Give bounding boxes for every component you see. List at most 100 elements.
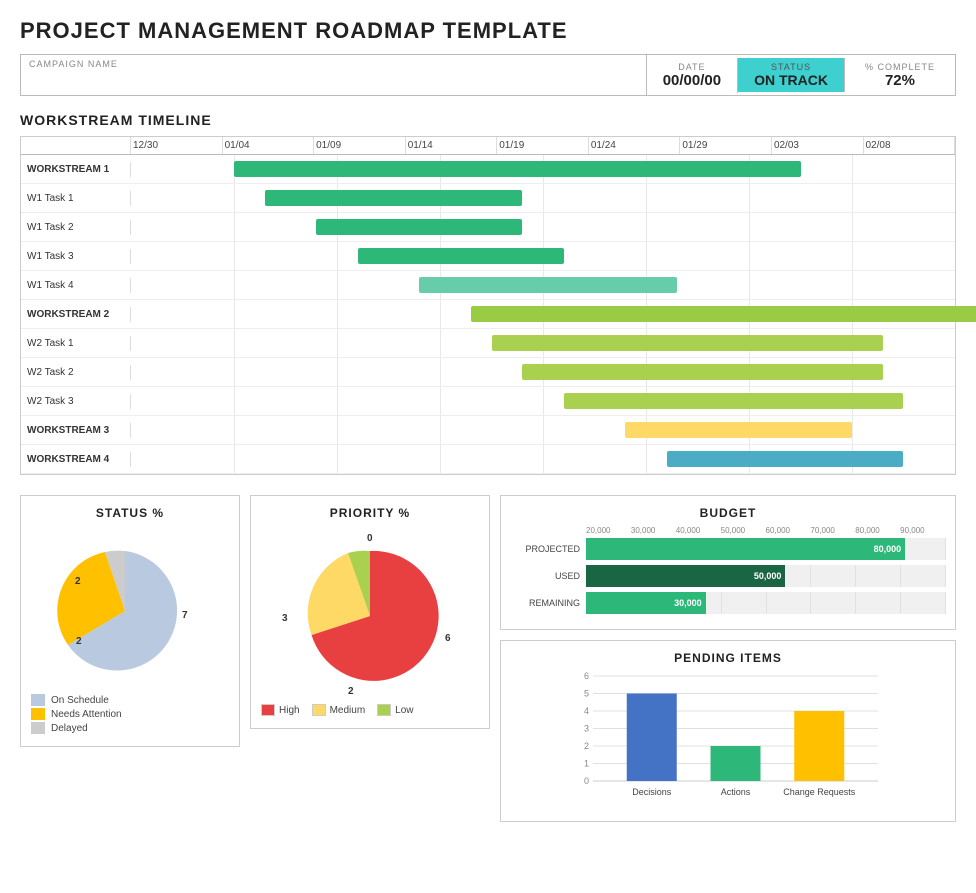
status-chart-area: 7 2 2	[31, 526, 229, 686]
priority-label-0: 0	[367, 533, 373, 544]
priority-legend-label-1: Medium	[330, 705, 366, 716]
priority-label-3: 3	[282, 613, 288, 624]
status-chart-section: STATUS % 7 2	[20, 495, 240, 832]
gantt-row-10: WORKSTREAM 4	[21, 445, 955, 474]
gantt-section: WORKSTREAM TIMELINE 12/3001/0401/0901/14…	[20, 112, 956, 475]
budget-axis-label-7: 90,000	[900, 526, 945, 535]
budget-row-2: REMAINING 30,000	[511, 592, 945, 614]
priority-legend-swatch-2	[377, 704, 391, 716]
gantt-row-label-5: WORKSTREAM 2	[21, 307, 131, 322]
gantt-bar-1	[265, 190, 523, 206]
gantt-axis-date-6: 01/29	[680, 137, 772, 154]
budget-bar-track-0: 80,000	[586, 538, 945, 560]
budget-axis-label-4: 60,000	[766, 526, 811, 535]
budget-bar-track-1: 50,000	[586, 565, 945, 587]
gantt-bar-0	[234, 161, 801, 177]
priority-label-2: 2	[348, 686, 354, 696]
gantt-track-0	[131, 155, 955, 183]
status-legend-label-2: Delayed	[51, 723, 88, 734]
bottom-section: STATUS % 7 2	[20, 495, 956, 832]
gantt-row-8: W2 Task 3	[21, 387, 955, 416]
gantt-track-1	[131, 184, 955, 212]
campaign-name-label: CAMPAIGN NAME	[29, 59, 638, 69]
priority-legend-item-0: High	[261, 704, 300, 716]
status-label-2a: 2	[75, 576, 81, 587]
date-label: DATE	[663, 62, 721, 72]
status-legend-label-0: On Schedule	[51, 695, 109, 706]
gantt-row-label-6: W2 Task 1	[21, 336, 131, 351]
gantt-axis: 12/3001/0401/0901/1401/1901/2401/2902/03…	[21, 137, 955, 155]
priority-pie-svg: 0 6 2 3	[260, 526, 480, 696]
budget-axis-label-1: 30,000	[631, 526, 676, 535]
budget-bar-value-2: 30,000	[674, 598, 702, 608]
budget-box: BUDGET 20,00030,00040,00050,00060,00070,…	[500, 495, 956, 630]
gantt-row-7: W2 Task 2	[21, 358, 955, 387]
date-value: 00/00/00	[663, 72, 721, 89]
status-legend-swatch-1	[31, 708, 45, 720]
gantt-row-label-10: WORKSTREAM 4	[21, 452, 131, 467]
gantt-row-2: W1 Task 2	[21, 213, 955, 242]
status-label: STATUS	[754, 62, 828, 72]
status-value: ON TRACK	[754, 72, 828, 88]
right-charts: BUDGET 20,00030,00040,00050,00060,00070,…	[500, 495, 956, 832]
status-label-2b: 2	[76, 636, 82, 647]
status-legend-swatch-2	[31, 722, 45, 734]
gantt-bar-9	[625, 422, 852, 438]
priority-legend-item-1: Medium	[312, 704, 366, 716]
pending-title: PENDING ITEMS	[511, 651, 945, 665]
status-legend-label-1: Needs Attention	[51, 709, 122, 720]
pending-bar-label-2: Change Requests	[783, 787, 856, 797]
gantt-track-10	[131, 445, 955, 473]
pct-col: % COMPLETE 72%	[845, 58, 955, 93]
priority-legend-swatch-1	[312, 704, 326, 716]
pct-label: % COMPLETE	[865, 62, 935, 72]
gantt-bar-10	[667, 451, 904, 467]
gantt-axis-labels: 12/3001/0401/0901/1401/1901/2401/2902/03…	[131, 137, 955, 154]
date-col: DATE 00/00/00	[647, 58, 738, 93]
budget-bar-2: 30,000	[586, 592, 706, 614]
page-title: PROJECT MANAGEMENT ROADMAP TEMPLATE	[20, 18, 956, 44]
pending-bar-1	[711, 746, 761, 781]
budget-chart: 20,00030,00040,00050,00060,00070,00080,0…	[511, 526, 945, 614]
priority-chart-title: PRIORITY %	[261, 506, 479, 520]
budget-bar-0: 80,000	[586, 538, 905, 560]
priority-legend: HighMediumLow	[261, 704, 479, 718]
gantt-row-label-7: W2 Task 2	[21, 365, 131, 380]
pending-bar-label-0: Decisions	[632, 787, 672, 797]
pending-svg: 0123456DecisionsActionsChange Requests	[511, 671, 945, 811]
gantt-title: WORKSTREAM TIMELINE	[20, 112, 956, 128]
budget-row-label-2: REMAINING	[511, 598, 586, 608]
gantt-row-label-1: W1 Task 1	[21, 191, 131, 206]
pending-bar-2	[794, 711, 844, 781]
pct-value: 72%	[865, 72, 935, 89]
campaign-name-value[interactable]	[29, 69, 638, 91]
pending-box: PENDING ITEMS 0123456DecisionsActionsCha…	[500, 640, 956, 822]
gantt-axis-date-7: 02/03	[772, 137, 864, 154]
gantt-axis-spacer	[21, 137, 131, 154]
gantt-track-3	[131, 242, 955, 270]
priority-label-6: 6	[445, 633, 451, 644]
budget-axis-label-5: 70,000	[810, 526, 855, 535]
status-legend-item-2: Delayed	[31, 722, 229, 734]
budget-row-1: USED50,000	[511, 565, 945, 587]
priority-chart-area: 0 6 2 3	[261, 526, 479, 696]
status-legend-item-0: On Schedule	[31, 694, 229, 706]
gantt-axis-date-5: 01/24	[589, 137, 681, 154]
gantt-row-label-8: W2 Task 3	[21, 394, 131, 409]
svg-text:6: 6	[584, 671, 589, 681]
gantt-track-9	[131, 416, 955, 444]
budget-bar-track-2: 30,000	[586, 592, 945, 614]
pending-chart: 0123456DecisionsActionsChange Requests	[511, 671, 945, 811]
campaign-name-col: CAMPAIGN NAME	[21, 55, 647, 95]
gantt-bar-4	[419, 277, 677, 293]
gantt-track-7	[131, 358, 955, 386]
gantt-track-6	[131, 329, 955, 357]
priority-chart-section: PRIORITY %	[250, 495, 490, 832]
gantt-axis-date-1: 01/04	[223, 137, 315, 154]
gantt-axis-date-4: 01/19	[497, 137, 589, 154]
status-col: STATUS ON TRACK	[738, 58, 845, 92]
gantt-bar-2	[316, 219, 522, 235]
gantt-row-3: W1 Task 3	[21, 242, 955, 271]
gantt-track-4	[131, 271, 955, 299]
gantt-track-8	[131, 387, 955, 415]
